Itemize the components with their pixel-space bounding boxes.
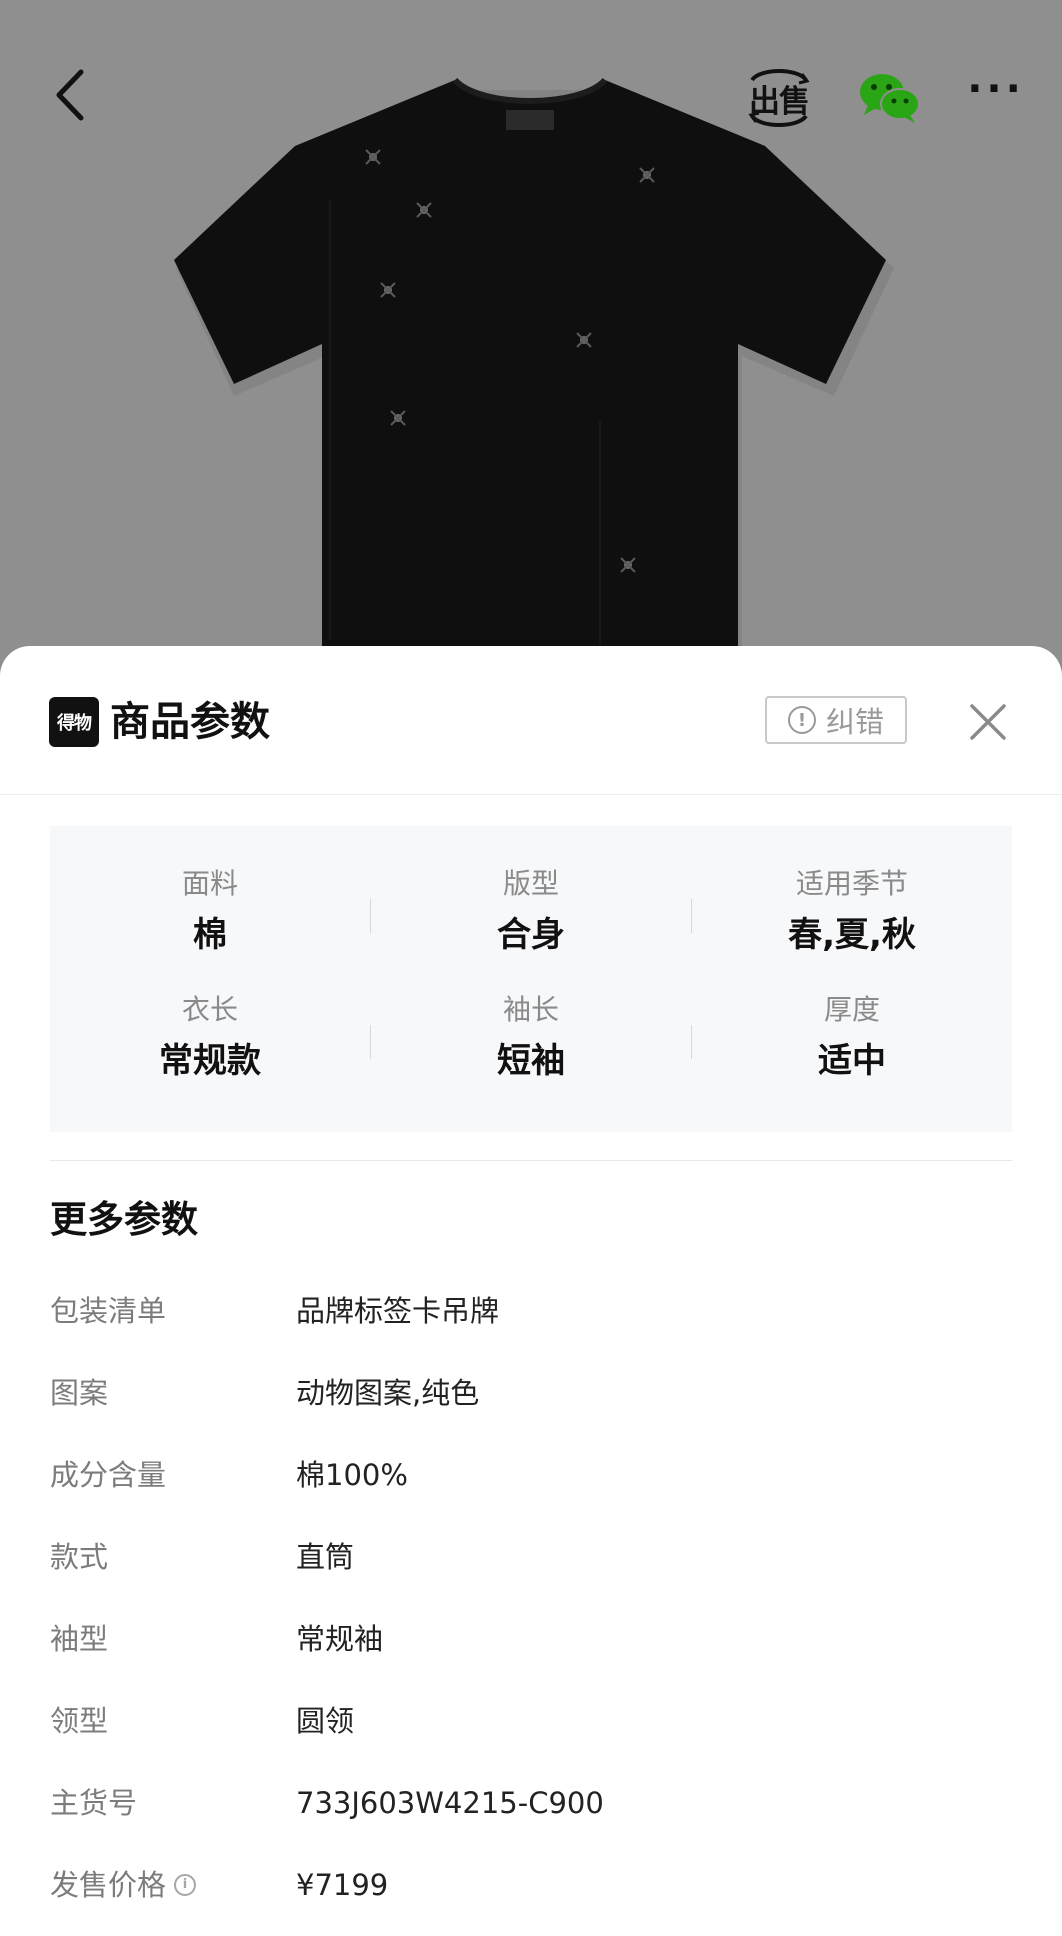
spec-key-price: 发售价格 i [50, 1860, 197, 1910]
spec-value: 棉100% [296, 1458, 408, 1492]
sheet-title: 商品参数 [110, 699, 270, 745]
spec-key: 款式 [50, 1540, 109, 1574]
sheet-header: 得物 商品参数 ! 纠错 [0, 646, 1062, 795]
spec-row: 包装清单 品牌标签卡吊牌 [50, 1286, 1012, 1336]
spec-key: 领型 [50, 1704, 109, 1738]
report-error-label: 纠错 [825, 705, 884, 739]
product-params-sheet: 得物 商品参数 ! 纠错 面料 棉 版型 合身 适用季节 春,夏,秋 衣长 常规… [0, 646, 1062, 1936]
spec-row: 主货号 733J603W4215-C900 [50, 1778, 1012, 1828]
spec-value: 圆领 [296, 1704, 355, 1738]
key-params-grid: 面料 棉 版型 合身 适用季节 春,夏,秋 衣长 常规款 袖长 短袖 厚度 适中 [50, 826, 1012, 1132]
back-button[interactable] [40, 60, 100, 130]
column-divider [691, 899, 692, 933]
spec-value: 直筒 [296, 1540, 355, 1574]
app-logo: 得物 [49, 697, 99, 747]
spec-value: 733J603W4215-C900 [296, 1786, 604, 1820]
param-value: 适中 [818, 1041, 886, 1081]
param-season: 适用季节 春,夏,秋 [692, 864, 1012, 960]
spec-value: 品牌标签卡吊牌 [296, 1294, 500, 1328]
param-length: 衣长 常规款 [50, 990, 370, 1086]
spec-key-label: 发售价格 [50, 1868, 167, 1902]
spec-key: 图案 [50, 1376, 109, 1410]
param-fit: 版型 合身 [371, 864, 691, 960]
param-label: 厚度 [823, 993, 880, 1026]
param-value: 合身 [497, 915, 565, 955]
spec-row-price: 发售价格 i ¥7199 [50, 1860, 1012, 1910]
spec-value: ¥7199 [296, 1868, 389, 1902]
param-value: 常规款 [159, 1041, 261, 1081]
sell-button[interactable]: 出售 [740, 62, 818, 134]
close-icon [970, 704, 1006, 740]
param-label: 袖长 [502, 993, 559, 1026]
spec-row: 图案 动物图案,纯色 [50, 1368, 1012, 1418]
more-options-button[interactable]: ··· [962, 62, 1030, 134]
param-value: 春,夏,秋 [788, 915, 916, 955]
param-fabric: 面料 棉 [50, 864, 370, 960]
param-thickness: 厚度 适中 [692, 990, 1012, 1086]
spec-row: 款式 直筒 [50, 1532, 1012, 1582]
info-icon[interactable]: i [174, 1874, 197, 1896]
wechat-icon [860, 74, 920, 123]
param-sleeve-length: 袖长 短袖 [371, 990, 691, 1086]
sell-label: 出售 [749, 83, 810, 120]
param-label: 适用季节 [795, 867, 908, 900]
wechat-share-button[interactable] [850, 62, 930, 134]
more-dots-icon: ··· [967, 66, 1025, 112]
column-divider [370, 899, 371, 933]
param-label: 衣长 [181, 993, 238, 1026]
spec-row: 领型 圆领 [50, 1696, 1012, 1746]
param-value: 短袖 [497, 1041, 565, 1081]
spec-key: 袖型 [50, 1622, 109, 1656]
spec-value: 常规袖 [296, 1622, 384, 1656]
column-divider [370, 1025, 371, 1059]
app-logo-text: 得物 [57, 713, 92, 734]
top-navigation-bar: 出售 ··· [0, 0, 1062, 200]
report-error-button[interactable]: ! 纠错 [765, 696, 907, 744]
spec-key: 主货号 [50, 1786, 138, 1820]
close-button[interactable] [962, 696, 1014, 748]
spec-key: 包装清单 [50, 1294, 167, 1328]
param-label: 版型 [502, 867, 559, 900]
column-divider [691, 1025, 692, 1059]
section-divider [50, 1160, 1012, 1161]
spec-row: 成分含量 棉100% [50, 1450, 1012, 1500]
spec-value: 动物图案,纯色 [296, 1376, 480, 1410]
more-params-title: 更多参数 [50, 1198, 198, 1241]
param-value: 棉 [193, 915, 227, 955]
spec-key: 成分含量 [50, 1458, 167, 1492]
param-label: 面料 [181, 867, 238, 900]
spec-row: 袖型 常规袖 [50, 1614, 1012, 1664]
exclamation-icon: ! [787, 706, 816, 734]
chevron-left-icon [56, 69, 84, 121]
